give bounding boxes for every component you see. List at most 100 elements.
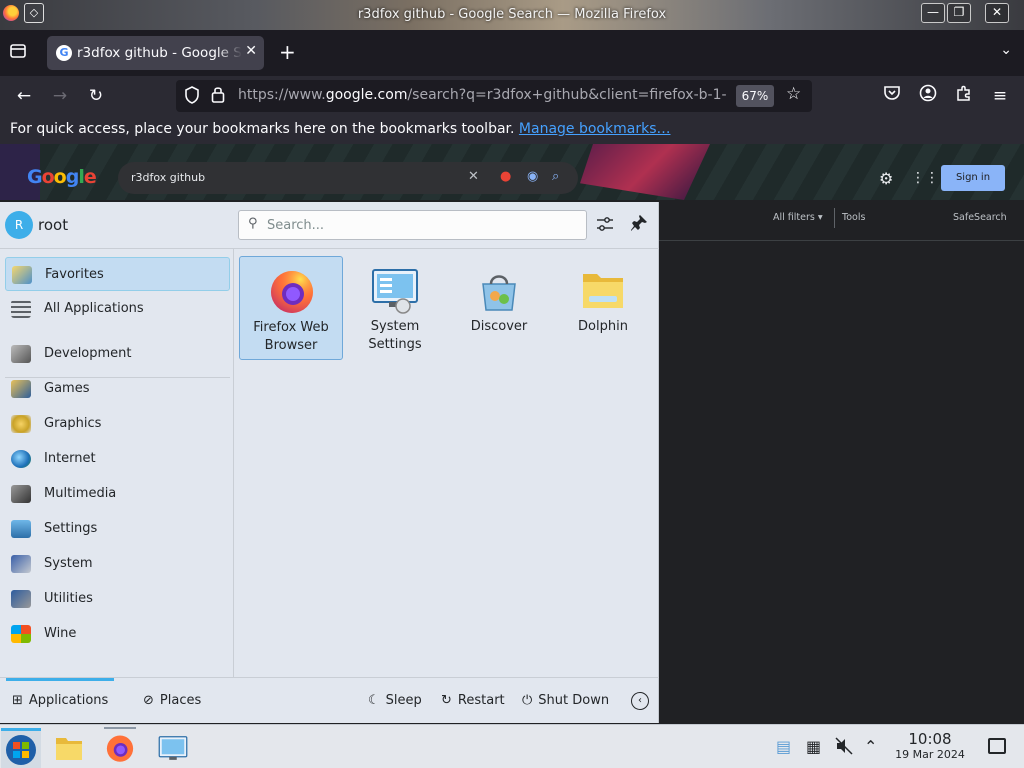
internet-icon bbox=[11, 450, 31, 468]
category-graphics[interactable]: Graphics bbox=[5, 407, 230, 441]
google-query-text[interactable]: r3dfox github bbox=[131, 171, 205, 184]
launcher-footer: ⊞ Applications ⊘ Places ☾ Sleep ↻ Restart ⏻ S… bbox=[0, 677, 659, 723]
utilities-icon bbox=[11, 590, 31, 608]
system-tray-expand-chevron-icon[interactable]: ⌃ bbox=[864, 737, 877, 756]
favorites-icon bbox=[12, 266, 32, 284]
firefox-icon bbox=[106, 735, 134, 762]
launcher-search-field[interactable]: ⚲ bbox=[238, 210, 587, 240]
forward-button[interactable]: → bbox=[48, 84, 72, 108]
clock-time: 10:08 bbox=[908, 730, 952, 748]
url-text[interactable]: https://www.google.com/search?q=r3dfox+g… bbox=[238, 87, 726, 105]
account-icon[interactable] bbox=[916, 84, 940, 108]
configure-launcher-icon[interactable] bbox=[596, 215, 614, 237]
user-name[interactable]: root bbox=[38, 216, 68, 234]
shut-down-button[interactable]: ⏻ Shut Down bbox=[522, 693, 609, 708]
pin-launcher-icon[interactable] bbox=[630, 214, 648, 236]
show-desktop-icon[interactable] bbox=[988, 738, 1006, 754]
dolphin-folder-icon bbox=[579, 266, 627, 314]
applications-tab-indicator bbox=[6, 678, 114, 681]
category-internet[interactable]: Internet bbox=[5, 442, 230, 476]
tab-title: r3dfox github - Google Search bbox=[77, 45, 242, 61]
reload-button[interactable]: ↻ bbox=[84, 84, 108, 108]
sleep-button[interactable]: ☾ Sleep bbox=[368, 693, 422, 708]
grid-icon: ⊞ bbox=[12, 693, 23, 708]
category-multimedia[interactable]: Multimedia bbox=[5, 477, 230, 511]
firefox-view-button[interactable] bbox=[9, 42, 29, 62]
category-all-applications[interactable]: All Applications bbox=[5, 292, 230, 326]
system-settings-icon bbox=[158, 736, 188, 760]
bookmark-star-icon[interactable]: ☆ bbox=[786, 84, 801, 104]
app-firefox[interactable]: Firefox Web Browser bbox=[239, 256, 343, 360]
restart-button[interactable]: ↻ Restart bbox=[441, 693, 505, 708]
app-discover[interactable]: Discover bbox=[447, 256, 551, 360]
tools-button[interactable]: Tools bbox=[842, 212, 865, 223]
tab-google-search[interactable]: G r3dfox github - Google Search ✕ bbox=[47, 36, 264, 70]
navigation-bar: ← → ↻ https://www.google.com/search?q=r3… bbox=[0, 76, 1024, 116]
safesearch-button[interactable]: SafeSearch bbox=[953, 212, 1007, 223]
results-divider bbox=[659, 240, 1024, 241]
launcher-header: R root ⚲ bbox=[0, 202, 659, 248]
lock-icon[interactable] bbox=[211, 85, 225, 107]
volume-muted-icon[interactable] bbox=[835, 737, 853, 759]
new-tab-button[interactable]: + bbox=[279, 40, 296, 64]
maximize-button[interactable]: ❐ bbox=[947, 3, 971, 23]
category-games[interactable]: Games bbox=[5, 372, 230, 406]
close-tab-icon[interactable]: ✕ bbox=[245, 43, 257, 59]
restart-icon: ↻ bbox=[441, 693, 452, 708]
bookmarks-hint-text: For quick access, place your bookmarks h… bbox=[10, 121, 515, 137]
all-filters-button[interactable]: All filters ▾ bbox=[773, 212, 823, 223]
voice-search-icon[interactable]: ● bbox=[500, 169, 511, 184]
notes-icon[interactable]: ▦ bbox=[806, 737, 821, 756]
category-settings[interactable]: Settings bbox=[5, 512, 230, 546]
google-logo[interactable]: Google bbox=[27, 166, 97, 188]
sign-in-button[interactable]: Sign in bbox=[941, 165, 1005, 191]
category-system[interactable]: System bbox=[5, 547, 230, 581]
digital-clock[interactable]: 10:08 19 Mar 2024 bbox=[893, 730, 967, 761]
category-development[interactable]: Development bbox=[5, 337, 230, 371]
taskbar-dolphin[interactable] bbox=[49, 728, 89, 768]
more-session-options-chevron-left-icon[interactable]: ‹ bbox=[631, 692, 649, 710]
firefox-view-icon bbox=[10, 44, 26, 58]
graphics-icon bbox=[11, 415, 31, 433]
start-orb-icon bbox=[6, 735, 36, 765]
search-icon[interactable]: ⌕ bbox=[552, 169, 559, 184]
all-applications-icon bbox=[11, 300, 31, 318]
close-window-button[interactable]: ✕ bbox=[985, 3, 1009, 23]
manage-bookmarks-link[interactable]: Manage bookmarks… bbox=[519, 121, 671, 137]
extensions-puzzle-icon[interactable] bbox=[952, 84, 976, 108]
system-settings-icon bbox=[371, 266, 419, 314]
lens-search-icon[interactable]: ◉ bbox=[527, 169, 538, 184]
app-dolphin[interactable]: Dolphin bbox=[551, 256, 655, 360]
discover-icon bbox=[475, 266, 523, 314]
window-titlebar: ◇ r3dfox github - Google Search — Mozill… bbox=[0, 0, 1024, 30]
hamburger-menu-icon[interactable]: ≡ bbox=[988, 84, 1012, 108]
application-launcher-button[interactable] bbox=[1, 728, 41, 768]
user-avatar[interactable]: R bbox=[5, 211, 33, 239]
window-title: r3dfox github - Google Search — Mozilla … bbox=[357, 7, 667, 22]
tracking-protection-shield-icon[interactable] bbox=[184, 86, 200, 108]
tab-applications[interactable]: ⊞ Applications bbox=[12, 693, 108, 708]
launcher-search-input[interactable] bbox=[267, 215, 577, 235]
clipboard-icon[interactable]: ▤ bbox=[776, 737, 791, 756]
back-button[interactable]: ← bbox=[12, 84, 36, 108]
development-icon bbox=[11, 345, 31, 363]
tab-places[interactable]: ⊘ Places bbox=[143, 693, 201, 708]
taskbar-firefox[interactable] bbox=[100, 727, 140, 768]
google-search-box[interactable]: r3dfox github ✕ ● ◉ ⌕ bbox=[118, 162, 578, 194]
category-wine[interactable]: Wine bbox=[5, 617, 230, 651]
category-favorites[interactable]: Favorites bbox=[5, 257, 230, 291]
minimize-button[interactable]: — bbox=[921, 3, 945, 23]
app-system-settings[interactable]: System Settings bbox=[343, 256, 447, 360]
zoom-level-badge[interactable]: 67% bbox=[736, 85, 774, 107]
url-bar[interactable]: https://www.google.com/search?q=r3dfox+g… bbox=[176, 80, 812, 112]
list-all-tabs-chevron-icon[interactable]: ⌄ bbox=[1000, 42, 1012, 58]
clear-search-icon[interactable]: ✕ bbox=[468, 169, 479, 184]
google-settings-gear-icon[interactable]: ⚙ bbox=[879, 169, 893, 188]
games-icon bbox=[11, 380, 31, 398]
application-launcher: R root ⚲ Favorites All Applications Deve… bbox=[0, 202, 659, 723]
taskbar-system-settings[interactable] bbox=[153, 728, 193, 768]
settings-icon bbox=[11, 520, 31, 538]
pocket-icon[interactable] bbox=[880, 84, 904, 108]
power-icon: ⏻ bbox=[522, 693, 533, 708]
category-utilities[interactable]: Utilities bbox=[5, 582, 230, 616]
